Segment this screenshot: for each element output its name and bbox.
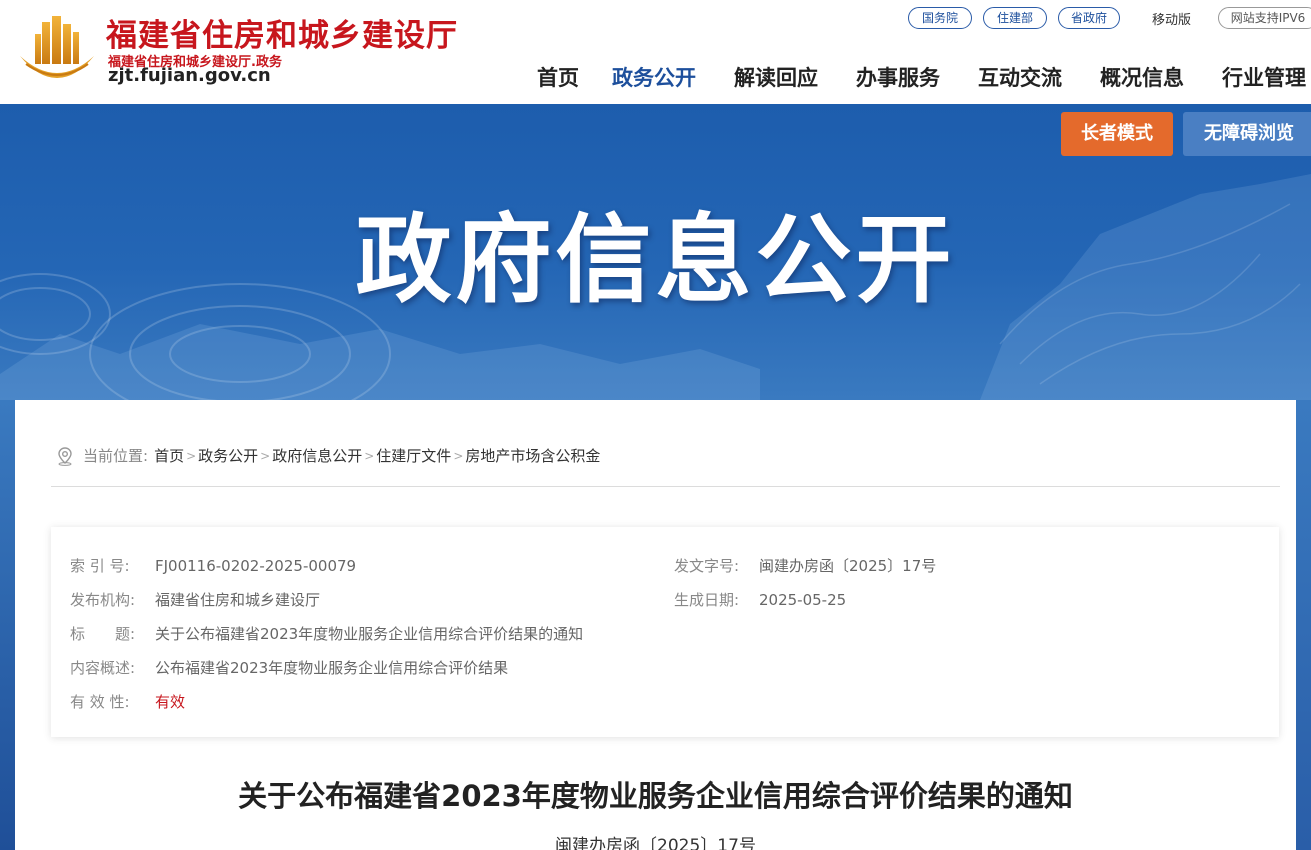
meta-doc-no-value: 闽建办房函〔2025〕17号: [759, 557, 937, 575]
meta-summary-label: 内容概述:: [70, 659, 136, 677]
meta-doc-no: 发文字号: 闽建办房函〔2025〕17号: [674, 555, 936, 576]
meta-publisher-value: 福建省住房和城乡建设厅: [155, 591, 321, 609]
meta-validity-label: 有 效 性:: [70, 693, 130, 711]
meta-title-label: 标 题:: [70, 625, 136, 643]
breadcrumb: 当前位置: 首页 > 政务公开 > 政府信息公开 > 住建厅文件 > 房地产市场…: [55, 445, 600, 466]
accessibility-button[interactable]: 无障碍浏览: [1183, 112, 1311, 156]
meta-date: 生成日期: 2025-05-25: [674, 589, 846, 610]
meta-publisher-label: 发布机构:: [70, 591, 136, 609]
location-pin-icon: [58, 446, 72, 466]
main-nav: 首页 政务公开 解读回应 办事服务 互动交流 概况信息 行业管理: [0, 62, 1311, 94]
document-number: 闽建办房函〔2025〕17号: [555, 836, 756, 850]
breadcrumb-real-estate[interactable]: 房地产市场含公积金: [465, 445, 600, 466]
breadcrumb-home[interactable]: 首页: [154, 445, 184, 466]
meta-date-label: 生成日期:: [674, 591, 740, 609]
content-panel: 当前位置: 首页 > 政务公开 > 政府信息公开 > 住建厅文件 > 房地产市场…: [15, 400, 1296, 850]
nav-services[interactable]: 办事服务: [856, 62, 940, 92]
nav-home[interactable]: 首页: [537, 62, 579, 92]
meta-index-label: 索 引 号:: [70, 557, 130, 575]
ipv6-badge: 网站支持IPV6: [1218, 7, 1311, 29]
meta-index-value: FJ00116-0202-2025-00079: [155, 557, 357, 575]
side-decoration-left: [0, 400, 15, 850]
nav-overview[interactable]: 概况信息: [1100, 62, 1184, 92]
breadcrumb-separator: >: [453, 448, 464, 463]
breadcrumb-separator: >: [364, 448, 375, 463]
breadcrumb-label: 当前位置:: [83, 447, 149, 465]
breadcrumb-dept-docs[interactable]: 住建厅文件: [376, 445, 451, 466]
elder-mode-button[interactable]: 长者模式: [1061, 112, 1173, 156]
site-title[interactable]: 福建省住房和城乡建设厅: [106, 10, 458, 55]
meta-validity-value: 有效: [155, 693, 186, 711]
nav-gov-affairs[interactable]: 政务公开: [612, 62, 696, 92]
side-decoration-right: [1296, 400, 1311, 850]
banner-title: 政府信息公开: [355, 204, 956, 316]
document-title: 关于公布福建省2023年度物业服务企业信用综合评价结果的通知: [238, 779, 1073, 813]
meta-index: 索 引 号: FJ00116-0202-2025-00079: [70, 555, 356, 576]
breadcrumb-divider: [51, 486, 1280, 487]
meta-doc-no-label: 发文字号:: [674, 557, 740, 575]
meta-publisher: 发布机构: 福建省住房和城乡建设厅: [70, 589, 320, 610]
document-meta-box: 索 引 号: FJ00116-0202-2025-00079 发文字号: 闽建办房函…: [51, 527, 1279, 737]
mobile-version-link[interactable]: 移动版: [1152, 9, 1191, 28]
meta-date-value: 2025-05-25: [759, 591, 847, 609]
meta-summary-value: 公布福建省2023年度物业服务企业信用综合评价结果: [155, 659, 509, 677]
breadcrumb-info-disclosure[interactable]: 政府信息公开: [272, 445, 362, 466]
meta-summary: 内容概述: 公布福建省2023年度物业服务企业信用综合评价结果: [70, 657, 508, 678]
meta-validity: 有 效 性: 有效: [70, 691, 185, 712]
breadcrumb-gov-affairs[interactable]: 政务公开: [198, 445, 258, 466]
nav-interpretation[interactable]: 解读回应: [734, 62, 818, 92]
breadcrumb-separator: >: [186, 448, 197, 463]
banner: 长者模式 无障碍浏览 政府信息公开: [0, 104, 1311, 400]
meta-title: 标 题: 关于公布福建省2023年度物业服务企业信用综合评价结果的通知: [70, 623, 583, 644]
nav-interaction[interactable]: 互动交流: [978, 62, 1062, 92]
meta-title-value: 关于公布福建省2023年度物业服务企业信用综合评价结果的通知: [155, 625, 584, 643]
link-provincial-gov[interactable]: 省政府: [1058, 7, 1120, 29]
nav-industry[interactable]: 行业管理: [1222, 62, 1306, 92]
link-state-council[interactable]: 国务院: [908, 7, 972, 29]
link-mohurd[interactable]: 住建部: [983, 7, 1047, 29]
breadcrumb-separator: >: [260, 448, 271, 463]
site-header: 福建省住房和城乡建设厅 福建省住房和城乡建设厅.政务 zjt.fujian.go…: [0, 0, 1311, 104]
